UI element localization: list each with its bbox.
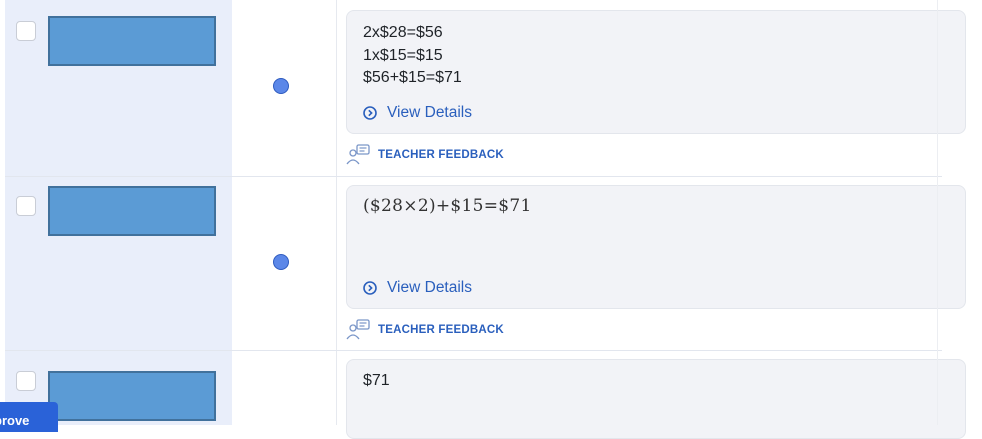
student-row: ($28×2)+$15=$71 View Details TEACHER FEE… bbox=[5, 177, 982, 351]
status-cell bbox=[232, 0, 337, 177]
student-row: 2x$28=$56 1x$15=$15 $56+$15=$71 View Det… bbox=[5, 0, 982, 177]
row-checkbox[interactable] bbox=[16, 371, 36, 391]
response-line: 2x$28=$56 bbox=[363, 24, 443, 41]
status-dot bbox=[273, 78, 289, 94]
response-line: $71 bbox=[363, 372, 390, 389]
response-text: $71 bbox=[363, 370, 390, 393]
view-details-label: View Details bbox=[387, 279, 473, 296]
column-edge bbox=[937, 0, 938, 425]
student-name-cell bbox=[5, 0, 232, 177]
view-details-link[interactable]: View Details bbox=[363, 104, 472, 122]
student-row: $71 bbox=[5, 351, 982, 439]
approve-button-label: prove bbox=[0, 413, 30, 428]
row-checkbox[interactable] bbox=[16, 196, 36, 216]
approve-button[interactable]: prove bbox=[0, 402, 58, 432]
response-line: $56+$15=$71 bbox=[363, 69, 462, 86]
response-card: ($28×2)+$15=$71 View Details bbox=[346, 185, 966, 309]
student-name-redacted bbox=[48, 186, 216, 236]
response-cell: $71 bbox=[337, 351, 966, 439]
response-cell: 2x$28=$56 1x$15=$15 $56+$15=$71 View Det… bbox=[337, 0, 966, 177]
chevron-circle-icon bbox=[363, 281, 377, 295]
teacher-feedback-button[interactable]: TEACHER FEEDBACK bbox=[346, 319, 504, 341]
student-name-redacted bbox=[48, 16, 216, 66]
chevron-circle-icon bbox=[363, 106, 377, 120]
response-text: ($28×2)+$15=$71 bbox=[363, 195, 532, 218]
teacher-feedback-icon bbox=[346, 144, 370, 165]
status-cell bbox=[232, 177, 337, 351]
response-cell: ($28×2)+$15=$71 View Details TEACHER FEE… bbox=[337, 177, 966, 351]
status-dot bbox=[273, 254, 289, 270]
response-card: 2x$28=$56 1x$15=$15 $56+$15=$71 View Det… bbox=[346, 10, 966, 134]
response-text: 2x$28=$56 1x$15=$15 $56+$15=$71 bbox=[363, 22, 462, 90]
response-math: ($28×2)+$15=$71 bbox=[363, 196, 532, 216]
response-card: $71 bbox=[346, 359, 966, 439]
view-details-label: View Details bbox=[387, 104, 473, 121]
teacher-feedback-icon bbox=[346, 319, 370, 340]
response-line: 1x$15=$15 bbox=[363, 46, 443, 64]
student-name-cell bbox=[5, 177, 232, 351]
student-name-redacted bbox=[48, 371, 216, 421]
teacher-feedback-button[interactable]: TEACHER FEEDBACK bbox=[346, 144, 504, 166]
row-checkbox[interactable] bbox=[16, 21, 36, 41]
status-cell bbox=[232, 351, 337, 425]
teacher-feedback-label: TEACHER FEEDBACK bbox=[378, 324, 504, 336]
teacher-feedback-label: TEACHER FEEDBACK bbox=[378, 149, 504, 161]
view-details-link[interactable]: View Details bbox=[363, 279, 472, 297]
